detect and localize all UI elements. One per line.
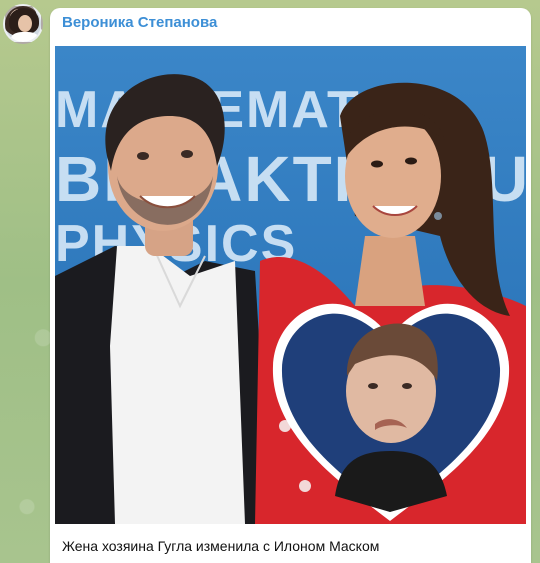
man-figure [55, 74, 270, 524]
sender-name[interactable]: Вероника Степанова [62, 14, 217, 31]
avatar-face [18, 15, 32, 32]
message-caption: Жена хозяина Гугла изменила с Илоном Мас… [62, 538, 380, 554]
photo-illustration [55, 74, 526, 524]
sender-avatar[interactable] [3, 4, 43, 44]
message-bubble[interactable]: Вероника Степанова MATHEMATICS BREAKTHRO… [50, 8, 531, 563]
message-photo[interactable]: MATHEMATICS BREAKTHROUGH PHYSICS [55, 46, 526, 524]
